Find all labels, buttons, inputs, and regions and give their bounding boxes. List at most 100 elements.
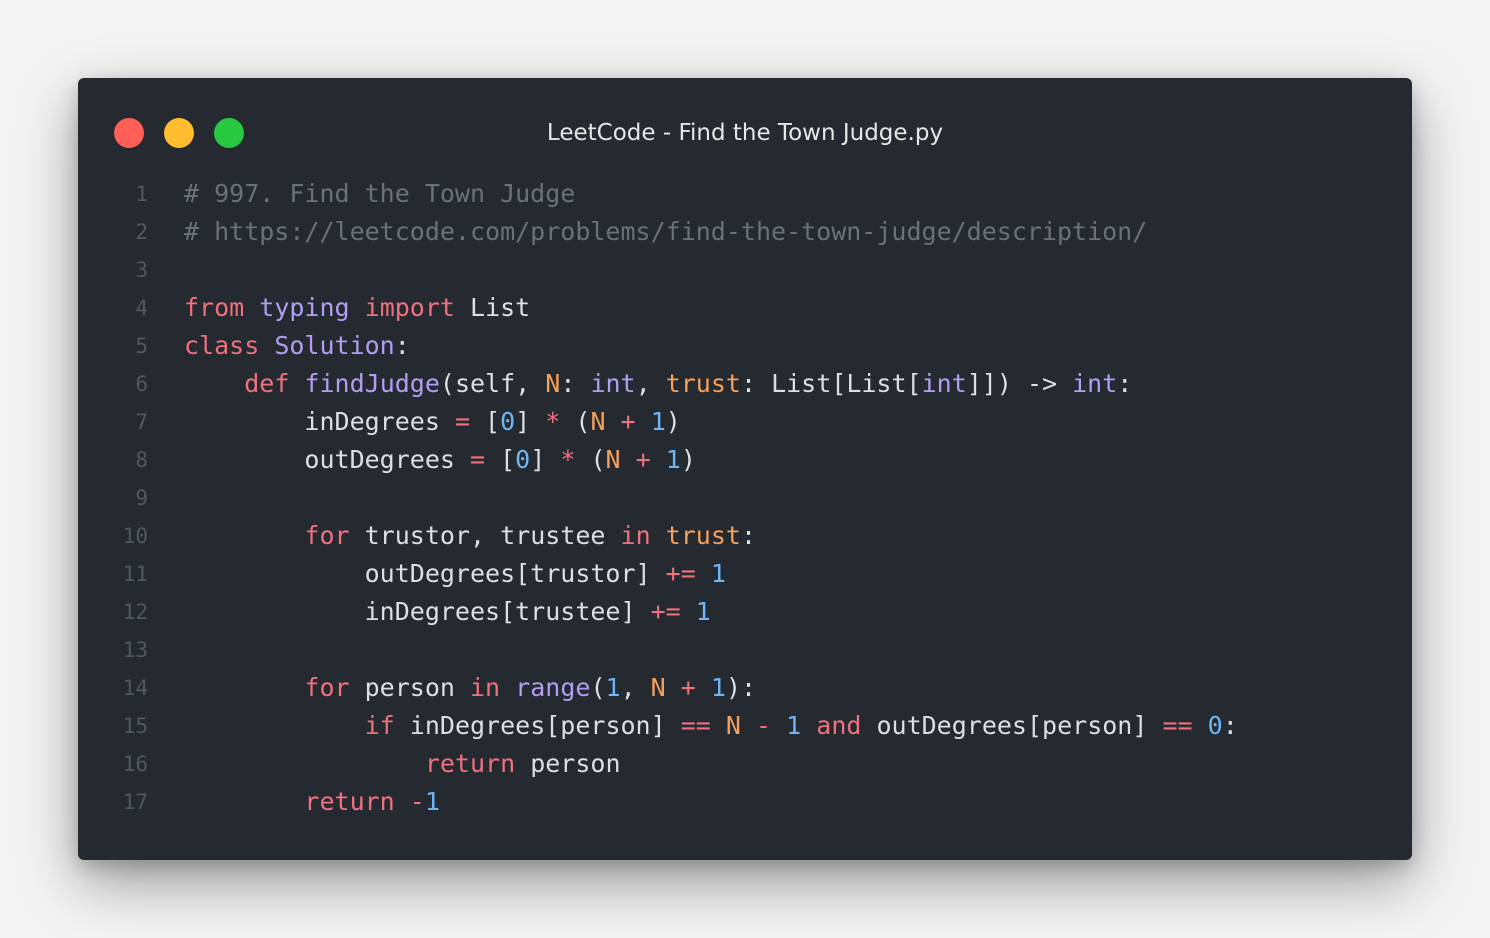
code-token: trust bbox=[665, 369, 741, 398]
title-bar: LeetCode - Find the Town Judge.py bbox=[78, 78, 1412, 188]
code-text: for trustor, trustee in trust: bbox=[184, 517, 756, 555]
code-token: in bbox=[620, 521, 651, 550]
code-line: 1 # 997. Find the Town Judge bbox=[78, 175, 1412, 213]
code-token: int bbox=[1072, 369, 1118, 398]
code-token: typing bbox=[259, 293, 350, 322]
code-token: int bbox=[590, 369, 636, 398]
code-text: inDegrees = [0] * (N + 1) bbox=[184, 403, 680, 441]
code-token: 1 bbox=[786, 711, 802, 740]
code-token: 1 bbox=[650, 407, 666, 436]
code-token: N bbox=[605, 445, 621, 474]
code-token: ( bbox=[575, 445, 606, 474]
code-token: ] bbox=[515, 407, 546, 436]
code-line: 4 from typing import List bbox=[78, 289, 1412, 327]
line-number: 6 bbox=[135, 372, 148, 396]
code-text: def findJudge(self, N: int, trust: List[… bbox=[184, 365, 1132, 403]
code-line: 7 inDegrees = [0] * (N + 1) bbox=[78, 403, 1412, 441]
code-token: outDegrees[trustor] bbox=[184, 559, 666, 588]
line-number: 7 bbox=[135, 410, 148, 434]
line-number: 16 bbox=[122, 752, 148, 776]
code-editor[interactable]: 1 # 997. Find the Town Judge 2 # https://le… bbox=[78, 175, 1412, 821]
code-line: 3 bbox=[78, 251, 1412, 289]
code-token: for bbox=[304, 521, 350, 550]
code-token: N bbox=[545, 369, 561, 398]
code-token: return bbox=[424, 749, 516, 778]
code-token: outDegrees bbox=[184, 445, 470, 474]
line-number: 11 bbox=[122, 562, 148, 586]
code-token: == bbox=[680, 711, 711, 740]
code-text: class Solution: bbox=[184, 327, 410, 365]
line-number: 4 bbox=[135, 296, 148, 320]
line-number: 10 bbox=[122, 524, 148, 548]
code-token: Solution bbox=[274, 331, 395, 360]
code-token: and bbox=[816, 711, 862, 740]
code-token: class bbox=[184, 331, 260, 360]
code-token: + bbox=[635, 445, 651, 474]
line-number: 12 bbox=[122, 600, 148, 624]
code-token: 1 bbox=[695, 597, 711, 626]
code-token: if bbox=[364, 711, 395, 740]
code-token: , bbox=[620, 673, 651, 702]
code-token: inDegrees[person] bbox=[394, 711, 681, 740]
code-text: return person bbox=[184, 745, 621, 783]
code-line: 15 if inDegrees[person] == N - 1 and out… bbox=[78, 707, 1412, 745]
code-token: for bbox=[304, 673, 350, 702]
code-token: def bbox=[244, 369, 290, 398]
code-line: 10 for trustor, trustee in trust: bbox=[78, 517, 1412, 555]
code-token: 1 bbox=[710, 559, 726, 588]
line-number: 15 bbox=[122, 714, 148, 738]
code-token: += bbox=[650, 597, 681, 626]
code-line: 11 outDegrees[trustor] += 1 bbox=[78, 555, 1412, 593]
line-number: 5 bbox=[135, 334, 148, 358]
code-token: List bbox=[454, 293, 531, 322]
code-token: - bbox=[756, 711, 772, 740]
code-line: 5 class Solution: bbox=[78, 327, 1412, 365]
code-token: N bbox=[725, 711, 741, 740]
code-token: findJudge bbox=[304, 369, 440, 398]
code-token: trustor, trustee bbox=[349, 521, 621, 550]
code-token: inDegrees[trustee] bbox=[184, 597, 651, 626]
code-token: 0 bbox=[1207, 711, 1223, 740]
code-token: : bbox=[394, 331, 410, 360]
code-text: outDegrees = [0] * (N + 1) bbox=[184, 441, 695, 479]
line-number: 3 bbox=[135, 258, 148, 282]
code-token: : bbox=[1117, 369, 1133, 398]
code-token: : List[List[ bbox=[740, 369, 922, 398]
code-text: # 997. Find the Town Judge bbox=[184, 175, 575, 213]
code-token: == bbox=[1162, 711, 1193, 740]
code-text: from typing import List bbox=[184, 289, 530, 327]
code-token: 0 bbox=[515, 445, 531, 474]
code-token: in bbox=[470, 673, 501, 702]
code-token: outDegrees[person] bbox=[861, 711, 1163, 740]
code-token: = bbox=[469, 445, 486, 474]
code-token: : bbox=[560, 369, 591, 398]
code-token: (self, bbox=[439, 369, 546, 398]
code-window: LeetCode - Find the Town Judge.py 1 # 997… bbox=[78, 78, 1412, 860]
code-token: [ bbox=[485, 445, 516, 474]
code-token: += bbox=[665, 559, 696, 588]
code-token: N bbox=[650, 673, 666, 702]
code-token: from bbox=[184, 293, 245, 322]
code-token: # https://leetcode.com/problems/find-the… bbox=[184, 217, 1148, 246]
code-token: 1 bbox=[424, 787, 440, 816]
code-token: + bbox=[620, 407, 636, 436]
code-line: 17 return -1 bbox=[78, 783, 1412, 821]
code-token: ( bbox=[590, 673, 606, 702]
